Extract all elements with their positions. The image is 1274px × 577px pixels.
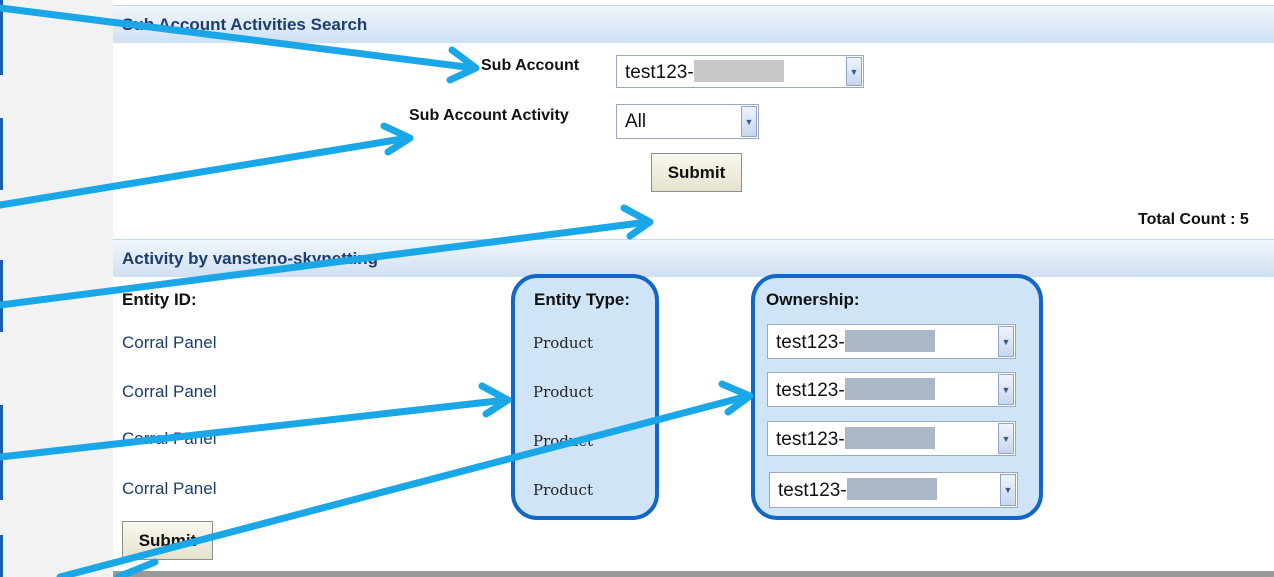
activity-section-title: Activity by vansteno-skynetting xyxy=(122,249,379,268)
left-edge-marks xyxy=(0,0,3,577)
chevron-down-icon[interactable]: ▼ xyxy=(1000,474,1016,506)
redaction-block xyxy=(844,377,935,400)
entity-type-header: Entity Type: xyxy=(534,290,631,309)
chevron-down-icon[interactable]: ▼ xyxy=(741,106,757,137)
sub-account-label: Sub Account xyxy=(481,57,580,74)
chevron-down-icon[interactable]: ▼ xyxy=(998,326,1014,357)
chevron-down-icon[interactable]: ▼ xyxy=(998,423,1014,454)
redaction-block xyxy=(844,329,935,352)
ownership-value: test123- xyxy=(776,331,845,353)
entity-id-link[interactable]: Corral Panel xyxy=(122,429,217,449)
chevron-down-icon[interactable]: ▼ xyxy=(846,57,862,86)
left-margin xyxy=(0,0,113,577)
sub-account-select[interactable]: test123- ▼ xyxy=(616,55,864,88)
ownership-value: test123- xyxy=(778,480,847,501)
search-section-title: Sub Account Activities Search xyxy=(122,15,368,34)
entity-type-value: Product xyxy=(533,432,593,450)
redaction-block xyxy=(846,478,937,500)
ownership-value-wrap: test123- xyxy=(776,377,935,402)
ownership-select[interactable]: test123- ▼ xyxy=(767,421,1016,456)
ownership-value-wrap: test123- xyxy=(776,426,935,451)
ownership-select[interactable]: test123- ▼ xyxy=(767,372,1016,407)
ownership-select[interactable]: test123- ▼ xyxy=(769,472,1018,508)
entity-id-link[interactable]: Corral Panel xyxy=(122,333,217,353)
entity-type-value: Product xyxy=(533,383,593,401)
ownership-value-wrap: test123- xyxy=(778,478,937,502)
sub-account-activity-value: All xyxy=(625,110,647,132)
ownership-value: test123- xyxy=(776,428,845,450)
entity-id-link[interactable]: Corral Panel xyxy=(122,382,217,402)
ownership-select[interactable]: test123- ▼ xyxy=(767,324,1016,359)
sub-account-activity-select[interactable]: All ▼ xyxy=(616,104,759,139)
activity-section-header: Activity by vansteno-skynetting xyxy=(113,239,1274,277)
sub-account-activity-label: Sub Account Activity xyxy=(409,107,569,124)
search-submit-button[interactable]: Submit xyxy=(651,153,742,192)
ownership-header: Ownership: xyxy=(766,290,860,309)
entity-id-header: Entity ID: xyxy=(122,290,197,309)
entity-id-link[interactable]: Corral Panel xyxy=(122,479,217,499)
redaction-block xyxy=(844,426,935,449)
entity-type-value: Product xyxy=(533,334,593,352)
sub-account-value: test123- xyxy=(625,61,694,83)
activity-submit-button[interactable]: Submit xyxy=(122,521,213,560)
chevron-down-icon[interactable]: ▼ xyxy=(998,374,1014,405)
bottom-divider xyxy=(113,571,1274,577)
entity-type-value: Product xyxy=(533,481,593,499)
redaction-block xyxy=(693,59,784,82)
sub-account-value-wrap: test123- xyxy=(625,59,784,84)
ownership-value-wrap: test123- xyxy=(776,329,935,354)
total-count: Total Count : 5 xyxy=(1138,211,1249,228)
search-section-header: Sub Account Activities Search xyxy=(113,5,1274,43)
ownership-value: test123- xyxy=(776,379,845,401)
